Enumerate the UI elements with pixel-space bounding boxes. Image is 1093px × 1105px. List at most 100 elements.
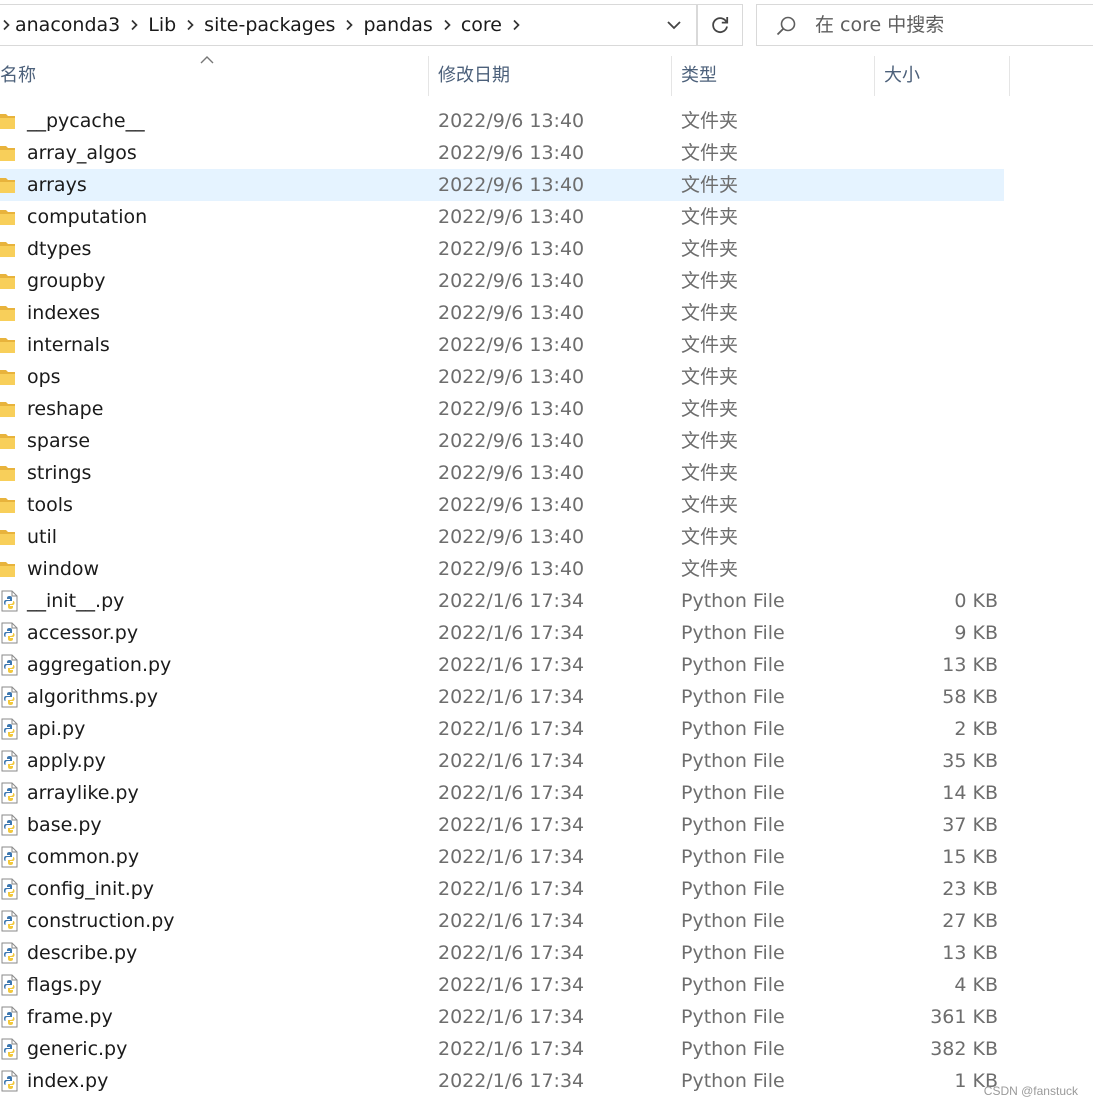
address-history-dropdown[interactable] — [652, 5, 696, 45]
file-row[interactable]: __pycache__ 2022/9/6 13:40 文件夹 — [0, 105, 1093, 137]
file-row[interactable]: window 2022/9/6 13:40 文件夹 — [0, 553, 1093, 585]
file-size: 15 KB — [942, 846, 998, 868]
file-name: arraylike.py — [27, 782, 139, 804]
file-row[interactable]: internals 2022/9/6 13:40 文件夹 — [0, 329, 1093, 361]
file-row[interactable]: __init__.py 2022/1/6 17:34 Python File 0 KB — [0, 585, 1093, 617]
file-row[interactable]: common.py 2022/1/6 17:34 Python File 15 KB — [0, 841, 1093, 873]
folder-icon — [0, 110, 20, 132]
file-name: strings — [27, 462, 92, 484]
file-row[interactable]: accessor.py 2022/1/6 17:34 Python File 9 KB — [0, 617, 1093, 649]
file-row[interactable]: tools 2022/9/6 13:40 文件夹 — [0, 489, 1093, 521]
file-type: 文件夹 — [681, 334, 739, 356]
file-row[interactable]: dtypes 2022/9/6 13:40 文件夹 — [0, 233, 1093, 265]
folder-icon — [0, 206, 20, 228]
breadcrumb-item[interactable]: Lib — [146, 5, 178, 45]
file-row[interactable]: algorithms.py 2022/1/6 17:34 Python File 58… — [0, 681, 1093, 713]
chevron-right-icon[interactable] — [122, 5, 146, 45]
file-name: ops — [27, 366, 61, 388]
chevron-right-icon[interactable] — [0, 5, 13, 45]
python-file-icon — [0, 974, 20, 996]
column-divider[interactable] — [874, 56, 875, 96]
file-type: Python File — [681, 974, 785, 996]
file-name: arrays — [27, 174, 87, 196]
file-row[interactable]: api.py 2022/1/6 17:34 Python File 2 KB — [0, 713, 1093, 745]
chevron-right-icon[interactable] — [504, 5, 528, 45]
file-row[interactable]: computation 2022/9/6 13:40 文件夹 — [0, 201, 1093, 233]
file-type: 文件夹 — [681, 206, 739, 228]
python-file-icon — [0, 846, 20, 868]
file-row[interactable]: aggregation.py 2022/1/6 17:34 Python File 1… — [0, 649, 1093, 681]
file-date: 2022/9/6 13:40 — [438, 526, 585, 548]
file-row[interactable]: strings 2022/9/6 13:40 文件夹 — [0, 457, 1093, 489]
file-type: 文件夹 — [681, 366, 739, 388]
column-divider[interactable] — [428, 56, 429, 96]
refresh-icon — [712, 17, 729, 33]
file-row[interactable]: construction.py 2022/1/6 17:34 Python File… — [0, 905, 1093, 937]
file-row[interactable]: base.py 2022/1/6 17:34 Python File 37 KB — [0, 809, 1093, 841]
file-name: groupby — [27, 270, 106, 292]
file-date: 2022/9/6 13:40 — [438, 462, 585, 484]
column-divider[interactable] — [1009, 56, 1010, 96]
column-header-type[interactable]: 类型 — [681, 56, 871, 96]
file-name: index.py — [27, 1070, 109, 1092]
file-type: 文件夹 — [681, 174, 739, 196]
column-header-name[interactable]: 名称 — [0, 56, 426, 96]
file-row[interactable]: array_algos 2022/9/6 13:40 文件夹 — [0, 137, 1093, 169]
file-size: 13 KB — [942, 942, 998, 964]
file-row[interactable]: apply.py 2022/1/6 17:34 Python File 35 KB — [0, 745, 1093, 777]
file-date: 2022/1/6 17:34 — [438, 750, 585, 772]
chevron-right-icon[interactable] — [178, 5, 202, 45]
python-file-icon — [0, 750, 20, 772]
file-row[interactable]: indexes 2022/9/6 13:40 文件夹 — [0, 297, 1093, 329]
file-size: 37 KB — [942, 814, 998, 836]
file-row[interactable]: index.py 2022/1/6 17:34 Python File 1 KB — [0, 1065, 1093, 1097]
refresh-button[interactable] — [697, 4, 743, 46]
file-name: util — [27, 526, 58, 548]
file-row[interactable]: reshape 2022/9/6 13:40 文件夹 — [0, 393, 1093, 425]
file-row[interactable]: arrays 2022/9/6 13:40 文件夹 — [0, 169, 1004, 201]
file-row[interactable]: util 2022/9/6 13:40 文件夹 — [0, 521, 1093, 553]
column-divider[interactable] — [671, 56, 672, 96]
file-type: Python File — [681, 1038, 785, 1060]
address-bar[interactable]: anaconda3 Lib site-packages pandas core — [0, 4, 697, 46]
search-input[interactable] — [815, 5, 1085, 45]
file-row[interactable]: generic.py 2022/1/6 17:34 Python File 382 K… — [0, 1033, 1093, 1065]
file-row[interactable]: arraylike.py 2022/1/6 17:34 Python File 14 … — [0, 777, 1093, 809]
file-type: Python File — [681, 590, 785, 612]
breadcrumb-item[interactable]: core — [459, 5, 504, 45]
file-date: 2022/1/6 17:34 — [438, 910, 585, 932]
file-date: 2022/1/6 17:34 — [438, 878, 585, 900]
file-date: 2022/1/6 17:34 — [438, 686, 585, 708]
column-header-date[interactable]: 修改日期 — [438, 56, 668, 96]
python-file-icon — [0, 942, 20, 964]
folder-icon — [0, 398, 20, 420]
folder-icon — [0, 462, 20, 484]
file-date: 2022/1/6 17:34 — [438, 718, 585, 740]
file-name: sparse — [27, 430, 91, 452]
file-type: Python File — [681, 910, 785, 932]
file-name: internals — [27, 334, 110, 356]
file-row[interactable]: ops 2022/9/6 13:40 文件夹 — [0, 361, 1093, 393]
file-size: 0 KB — [954, 590, 998, 612]
file-type: 文件夹 — [681, 398, 739, 420]
search-box[interactable] — [756, 4, 1093, 46]
file-size: 58 KB — [942, 686, 998, 708]
file-row[interactable]: describe.py 2022/1/6 17:34 Python File 13 K… — [0, 937, 1093, 969]
file-row[interactable]: flags.py 2022/1/6 17:34 Python File 4 KB — [0, 969, 1093, 1001]
file-name: reshape — [27, 398, 104, 420]
chevron-right-icon[interactable] — [435, 5, 459, 45]
file-row[interactable]: frame.py 2022/1/6 17:34 Python File 361 KB — [0, 1001, 1093, 1033]
file-name: config_init.py — [27, 878, 155, 900]
breadcrumb-item[interactable]: pandas — [361, 5, 434, 45]
file-list: __pycache__ 2022/9/6 13:40 文件夹 array_algos 2… — [0, 105, 1093, 1097]
column-header-size[interactable]: 大小 — [884, 56, 1004, 96]
file-row[interactable]: sparse 2022/9/6 13:40 文件夹 — [0, 425, 1093, 457]
file-size: 382 KB — [930, 1038, 998, 1060]
file-size: 361 KB — [930, 1006, 998, 1028]
breadcrumb-item[interactable]: anaconda3 — [13, 5, 122, 45]
file-row[interactable]: groupby 2022/9/6 13:40 文件夹 — [0, 265, 1093, 297]
file-type: 文件夹 — [681, 270, 739, 292]
file-row[interactable]: config_init.py 2022/1/6 17:34 Python File 2… — [0, 873, 1093, 905]
chevron-right-icon[interactable] — [337, 5, 361, 45]
breadcrumb-item[interactable]: site-packages — [202, 5, 337, 45]
